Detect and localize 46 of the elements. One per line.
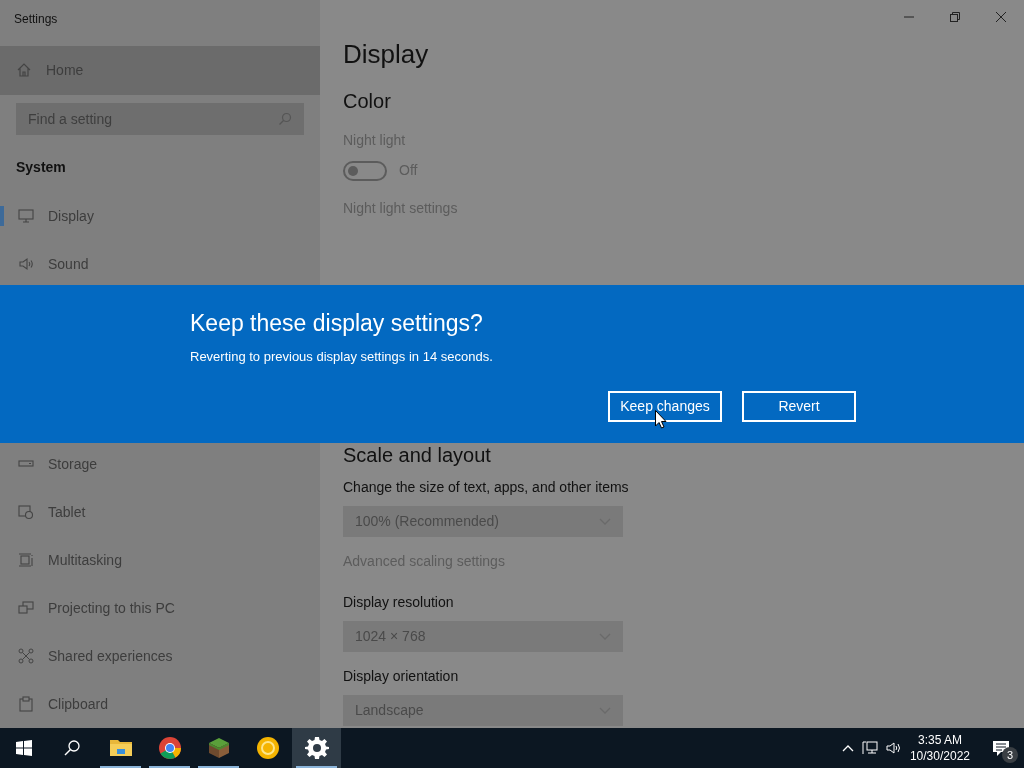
nav-item[interactable]: Projecting to this PC: [0, 584, 320, 632]
dialog-button[interactable]: Keep changes: [608, 390, 722, 422]
dialog-title: Keep these display settings?: [190, 309, 484, 337]
windows-icon: [18, 552, 34, 568]
setting-label: Display orientation: [343, 667, 460, 686]
grass-block-icon: [206, 736, 231, 760]
speaker-icon: [18, 256, 34, 272]
page-title: Display: [343, 38, 430, 71]
notification-button[interactable]: 3: [978, 728, 1024, 768]
nav-item[interactable]: Tablet: [0, 488, 320, 536]
nav-item[interactable]: Shared experiences: [0, 632, 320, 680]
windows-logo-icon: [16, 740, 32, 756]
window-title: Settings: [14, 11, 59, 28]
nav-item[interactable]: Clipboard: [0, 680, 320, 728]
section-heading: System: [16, 158, 67, 177]
section-heading: Color: [343, 89, 392, 114]
search-icon: [64, 740, 80, 756]
close-icon: [996, 11, 1006, 22]
tablet-icon: [18, 504, 34, 520]
clock-time: 3:35 AM: [917, 732, 962, 748]
volume-icon: [885, 741, 902, 755]
taskbar-app[interactable]: [292, 728, 341, 768]
notification-badge: 3: [1002, 747, 1018, 763]
setting-label: Display resolution: [343, 593, 455, 612]
nav-item[interactable]: Display: [0, 192, 320, 240]
gear-icon: [304, 736, 329, 760]
network-icon: [861, 741, 878, 755]
home-icon: [16, 62, 32, 79]
browser-icon: [157, 736, 182, 760]
search-icon: [278, 112, 292, 127]
toggle-switch[interactable]: [343, 160, 387, 181]
ring-icon: [255, 736, 280, 760]
clock-date: 10/30/2022: [909, 748, 970, 764]
section-heading: Scale and layout: [343, 443, 492, 467]
chevron-up-icon: [841, 744, 854, 752]
nav-item[interactable]: Storage: [0, 440, 320, 488]
nav-item[interactable]: Multitasking: [0, 536, 320, 584]
clipboard-icon: [18, 696, 34, 712]
screens-icon: [18, 600, 34, 616]
setting-label: Change the size of text, apps, and other items: [343, 478, 630, 497]
nodes-icon: [18, 648, 34, 664]
dialog-button[interactable]: Revert: [742, 390, 856, 422]
monitor-icon: [18, 208, 34, 224]
nav-item[interactable]: Sound: [0, 240, 320, 288]
restore-icon: [950, 11, 960, 22]
dialog-message: Reverting to previous display settings in 14 seconds.: [190, 348, 494, 366]
